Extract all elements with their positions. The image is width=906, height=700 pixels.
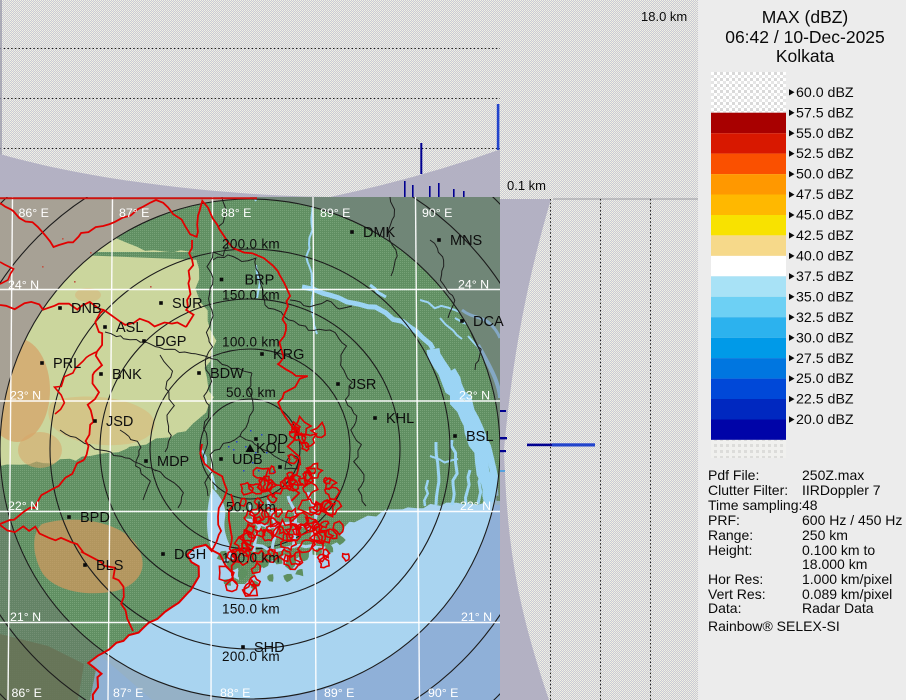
svg-text:KRG: KRG bbox=[273, 347, 304, 363]
svg-text:60.0 dBZ: 60.0 dBZ bbox=[796, 85, 854, 101]
svg-text:22° N: 22° N bbox=[8, 499, 39, 513]
svg-text:ASL: ASL bbox=[116, 320, 143, 336]
svg-text:89° E: 89° E bbox=[324, 686, 354, 700]
svg-text:21° N: 21° N bbox=[10, 610, 41, 624]
svg-text:27.5 dBZ: 27.5 dBZ bbox=[796, 351, 854, 367]
svg-text:IIRDoppler 7: IIRDoppler 7 bbox=[802, 482, 881, 498]
svg-text:42.5 dBZ: 42.5 dBZ bbox=[796, 228, 854, 244]
svg-text:SHD: SHD bbox=[254, 640, 285, 656]
svg-text:Rainbow® SELEX-SI: Rainbow® SELEX-SI bbox=[708, 618, 840, 634]
svg-text:SUR: SUR bbox=[172, 296, 203, 312]
svg-text:PRL: PRL bbox=[53, 356, 81, 372]
svg-text:23° N: 23° N bbox=[10, 389, 41, 403]
svg-text:20.0 dBZ: 20.0 dBZ bbox=[796, 412, 854, 428]
svg-text:100.0 km: 100.0 km bbox=[222, 551, 280, 566]
svg-text:600 Hz / 450 Hz: 600 Hz / 450 Hz bbox=[802, 512, 902, 528]
svg-text:Clutter Filter:: Clutter Filter: bbox=[708, 482, 788, 498]
svg-text:88° E: 88° E bbox=[220, 686, 250, 700]
svg-text:Height:: Height: bbox=[708, 542, 752, 558]
svg-text:KOL: KOL bbox=[256, 441, 285, 457]
svg-text:90° E: 90° E bbox=[428, 686, 458, 700]
svg-text:22° N: 22° N bbox=[460, 499, 491, 513]
svg-text:24° N: 24° N bbox=[8, 278, 39, 292]
svg-text:BRP: BRP bbox=[245, 273, 275, 289]
svg-text:48: 48 bbox=[802, 497, 818, 513]
svg-text:Range:: Range: bbox=[708, 527, 753, 543]
svg-text:DMK: DMK bbox=[363, 225, 396, 241]
svg-text:32.5 dBZ: 32.5 dBZ bbox=[796, 310, 854, 326]
svg-text:50.0 dBZ: 50.0 dBZ bbox=[796, 167, 854, 183]
svg-text:55.0 dBZ: 55.0 dBZ bbox=[796, 126, 854, 142]
svg-text:87° E: 87° E bbox=[113, 686, 143, 700]
svg-text:BDW: BDW bbox=[210, 366, 244, 382]
svg-text:BPD: BPD bbox=[80, 510, 110, 526]
svg-text:MDP: MDP bbox=[157, 454, 189, 470]
svg-text:BNK: BNK bbox=[112, 367, 142, 383]
svg-text:DCA: DCA bbox=[473, 314, 504, 330]
svg-text:90° E: 90° E bbox=[422, 206, 452, 220]
svg-text:PRF:: PRF: bbox=[708, 512, 740, 528]
svg-text:100.0 km: 100.0 km bbox=[222, 335, 280, 350]
svg-text:25.0 dBZ: 25.0 dBZ bbox=[796, 371, 854, 387]
svg-text:Hor Res:: Hor Res: bbox=[708, 571, 763, 587]
svg-text:57.5 dBZ: 57.5 dBZ bbox=[796, 105, 854, 121]
svg-text:150.0 km: 150.0 km bbox=[222, 602, 280, 617]
svg-text:24° N: 24° N bbox=[458, 278, 489, 292]
svg-text:MAX (dBZ): MAX (dBZ) bbox=[762, 7, 849, 27]
svg-text:40.0 dBZ: 40.0 dBZ bbox=[796, 249, 854, 265]
svg-text:21° N: 21° N bbox=[461, 610, 492, 624]
svg-text:Time sampling:: Time sampling: bbox=[708, 497, 802, 513]
svg-text:30.0 dBZ: 30.0 dBZ bbox=[796, 330, 854, 346]
svg-text:52.5 dBZ: 52.5 dBZ bbox=[796, 146, 854, 162]
svg-text:Kolkata: Kolkata bbox=[776, 46, 835, 66]
svg-text:DNB: DNB bbox=[71, 301, 102, 317]
svg-text:45.0 dBZ: 45.0 dBZ bbox=[796, 208, 854, 224]
svg-text:DGH: DGH bbox=[174, 547, 206, 563]
svg-text:Pdf File:: Pdf File: bbox=[708, 467, 759, 483]
svg-text:47.5 dBZ: 47.5 dBZ bbox=[796, 187, 854, 203]
svg-text:250 km: 250 km bbox=[802, 527, 848, 543]
svg-text:23° N: 23° N bbox=[459, 389, 490, 403]
svg-text:BLS: BLS bbox=[96, 558, 123, 574]
svg-text:Radar Data: Radar Data bbox=[802, 600, 874, 616]
svg-text:22.5 dBZ: 22.5 dBZ bbox=[796, 392, 854, 408]
svg-text:MNS: MNS bbox=[450, 233, 482, 249]
svg-text:150.0 km: 150.0 km bbox=[222, 288, 280, 303]
svg-text:Data:: Data: bbox=[708, 600, 741, 616]
svg-text:KHL: KHL bbox=[386, 411, 414, 427]
svg-text:50.0 km: 50.0 km bbox=[226, 500, 276, 515]
svg-text:06:42 / 10-Dec-2025: 06:42 / 10-Dec-2025 bbox=[725, 27, 885, 47]
svg-text:86° E: 86° E bbox=[19, 206, 49, 220]
svg-text:87° E: 87° E bbox=[119, 206, 149, 220]
svg-text:37.5 dBZ: 37.5 dBZ bbox=[796, 269, 854, 285]
svg-text:JSR: JSR bbox=[349, 377, 376, 393]
svg-text:200.0 km: 200.0 km bbox=[222, 237, 280, 252]
svg-text:0.1 km: 0.1 km bbox=[507, 178, 546, 193]
svg-text:JSD: JSD bbox=[106, 414, 133, 430]
svg-text:86° E: 86° E bbox=[12, 686, 42, 700]
svg-text:250Z.max: 250Z.max bbox=[802, 467, 864, 483]
svg-text:50.0 km: 50.0 km bbox=[226, 385, 276, 400]
svg-text:18.000 km: 18.000 km bbox=[802, 556, 867, 572]
svg-text:DGP: DGP bbox=[155, 334, 186, 350]
svg-text:89° E: 89° E bbox=[320, 206, 350, 220]
svg-text:35.0 dBZ: 35.0 dBZ bbox=[796, 289, 854, 305]
svg-text:18.0 km: 18.0 km bbox=[641, 9, 687, 24]
svg-text:88° E: 88° E bbox=[221, 206, 251, 220]
svg-text:1.000 km/pixel: 1.000 km/pixel bbox=[802, 571, 892, 587]
svg-text:BSL: BSL bbox=[466, 429, 493, 445]
